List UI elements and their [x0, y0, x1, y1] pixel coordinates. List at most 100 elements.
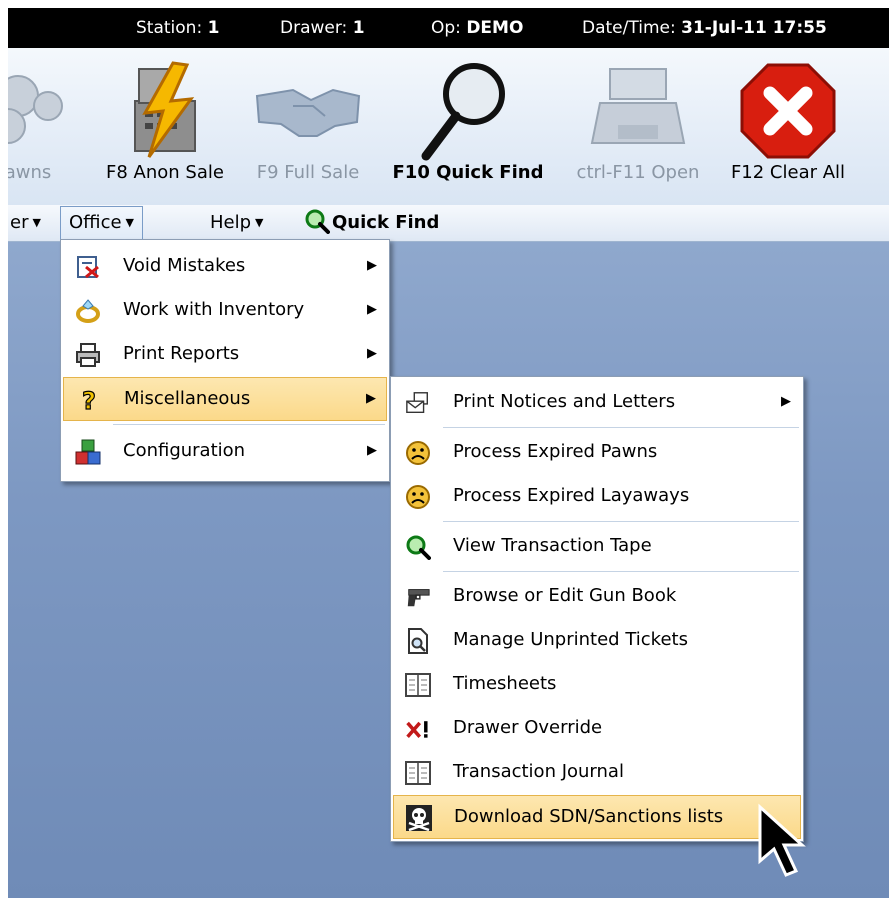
menu-item-label: Transaction Journal: [453, 761, 624, 782]
datetime-status: Date/Time: 31-Jul-11 17:55: [582, 8, 827, 48]
cash-register-lightning-icon: [90, 58, 240, 163]
pawns-button-label: Pawns: [8, 162, 52, 183]
magnifier-icon: [378, 58, 558, 163]
menu-item-transaction-journal[interactable]: Transaction Journal: [393, 751, 801, 793]
skull-icon: [406, 805, 432, 831]
status-bar: Station: 1 Drawer: 1 Op: DEMO Date/Time:…: [8, 8, 889, 48]
menu-item-label: Process Expired Pawns: [453, 441, 658, 462]
menu-item-label: Print Notices and Letters: [453, 391, 676, 412]
void-icon: [75, 254, 101, 280]
anon-sale-button-label: F8 Anon Sale: [106, 162, 224, 183]
green-magnifier-icon: [304, 208, 332, 234]
miscellaneous-submenu: Print Notices and Letters ▶ Process Expi…: [390, 376, 804, 842]
menu-item-manage-unprinted-tickets[interactable]: Manage Unprinted Tickets: [393, 619, 801, 661]
question-icon: ?: [76, 387, 102, 413]
menu-item-configuration[interactable]: Configuration ▶: [63, 430, 387, 472]
printer-icon: [75, 342, 101, 368]
menu-help[interactable]: Help ▼: [202, 207, 272, 239]
menu-item-timesheets[interactable]: Timesheets: [393, 663, 801, 705]
menu-item-label: Browse or Edit Gun Book: [453, 585, 677, 606]
menu-item-label: Process Expired Layaways: [453, 485, 690, 506]
datetime-value: 31-Jul-11 17:55: [681, 18, 827, 38]
station-status: Station: 1: [136, 8, 219, 48]
submenu-arrow-icon: ▶: [366, 391, 376, 406]
menu-item-void-mistakes[interactable]: Void Mistakes ▶: [63, 245, 387, 287]
menu-item-work-with-inventory[interactable]: Work with Inventory ▶: [63, 289, 387, 331]
chevron-down-icon: ▼: [125, 216, 135, 229]
op-value: DEMO: [466, 18, 524, 38]
menu-item-view-transaction-tape[interactable]: View Transaction Tape: [393, 525, 801, 567]
sad-face-icon: [405, 440, 431, 466]
ring-icon: [75, 298, 101, 324]
quick-find-button-label: F10 Quick Find: [392, 162, 544, 183]
gun-icon: [405, 584, 431, 610]
full-sale-button[interactable]: F9 Full Sale: [248, 48, 368, 205]
submenu-arrow-icon: ▶: [367, 443, 377, 458]
menu-help-label: Help: [210, 212, 252, 233]
cash-drawer-icon: [568, 58, 708, 163]
menu-item-print-notices[interactable]: Print Notices and Letters ▶: [393, 381, 801, 423]
blocks-icon: [75, 439, 101, 465]
svg-text:?: ?: [82, 387, 96, 413]
menu-separator: [113, 424, 385, 425]
menu-item-drawer-override[interactable]: Drawer Override: [393, 707, 801, 749]
submenu-arrow-icon: ▶: [781, 394, 791, 409]
menu-item-miscellaneous[interactable]: ? Miscellaneous ▶: [63, 377, 387, 421]
menu-item-label: Void Mistakes: [123, 255, 246, 276]
menu-item-label: Download SDN/Sanctions lists: [454, 806, 724, 827]
clear-all-button[interactable]: F12 Clear All: [718, 48, 858, 205]
document-search-icon: [405, 628, 431, 654]
x-exclamation-icon: [405, 716, 431, 742]
handshake-icon: [248, 58, 368, 163]
menu-quick-find-label: Quick Find: [332, 212, 440, 233]
menu-office-label: Office: [69, 212, 122, 233]
submenu-arrow-icon: ▶: [367, 302, 377, 317]
open-drawer-button[interactable]: ctrl-F11 Open: [568, 48, 708, 205]
submenu-arrow-icon: ▶: [367, 346, 377, 361]
menu-quick-find[interactable]: Quick Find: [296, 207, 447, 239]
menu-item-label: Timesheets: [453, 673, 557, 694]
ledger-icon: [405, 672, 431, 698]
menu-item-label: Configuration: [123, 440, 246, 461]
main-toolbar: Pawns F8 Anon Sale: [8, 48, 889, 206]
menu-item-process-expired-layaways[interactable]: Process Expired Layaways: [393, 475, 801, 517]
menu-separator: [443, 427, 799, 428]
anon-sale-button[interactable]: F8 Anon Sale: [90, 48, 240, 205]
open-drawer-button-label: ctrl-F11 Open: [576, 162, 700, 183]
application-window: Station: 1 Drawer: 1 Op: DEMO Date/Time:…: [8, 8, 889, 898]
menu-item-process-expired-pawns[interactable]: Process Expired Pawns: [393, 431, 801, 473]
menu-item-label: Drawer Override: [453, 717, 603, 738]
station-label: Station:: [136, 18, 203, 38]
green-magnifier-icon: [405, 534, 431, 560]
menu-item-label: Work with Inventory: [123, 299, 305, 320]
menu-item-label: Print Reports: [123, 343, 240, 364]
menu-item-label: View Transaction Tape: [453, 535, 652, 556]
submenu-arrow-icon: ▶: [367, 258, 377, 273]
menu-separator: [443, 521, 799, 522]
office-menu: Void Mistakes ▶ Work with Inventory ▶ Pr…: [60, 239, 390, 482]
menu-item-label: Manage Unprinted Tickets: [453, 629, 688, 650]
drawer-status: Drawer: 1: [280, 8, 365, 48]
menu-office[interactable]: Office ▼: [60, 206, 144, 241]
menu-item-browse-gun-book[interactable]: Browse or Edit Gun Book: [393, 575, 801, 617]
drawer-label: Drawer:: [280, 18, 348, 38]
menu-item-print-reports[interactable]: Print Reports ▶: [63, 333, 387, 375]
menu-separator: [443, 571, 799, 572]
menu-partial[interactable]: er ▼: [8, 207, 49, 239]
datetime-label: Date/Time:: [582, 18, 676, 38]
red-x-icon: [718, 58, 858, 163]
pawns-button[interactable]: Pawns: [8, 48, 78, 205]
operator-status: Op: DEMO: [431, 8, 523, 48]
menu-bar: er ▼ Office ▼ Help ▼ Quick Find: [8, 205, 889, 242]
menu-item-label: Miscellaneous: [124, 388, 251, 409]
op-label: Op:: [431, 18, 461, 38]
menu-item-download-sdn-lists[interactable]: Download SDN/Sanctions lists: [393, 795, 801, 839]
sad-face-icon: [405, 484, 431, 510]
chevron-down-icon: ▼: [255, 216, 264, 229]
chevron-down-icon: ▼: [32, 216, 41, 229]
station-value: 1: [207, 18, 220, 38]
menu-partial-label: er: [10, 212, 29, 233]
ledger-icon: [405, 760, 431, 786]
quick-find-button[interactable]: F10 Quick Find: [378, 48, 558, 205]
envelope-icon: [405, 390, 431, 416]
